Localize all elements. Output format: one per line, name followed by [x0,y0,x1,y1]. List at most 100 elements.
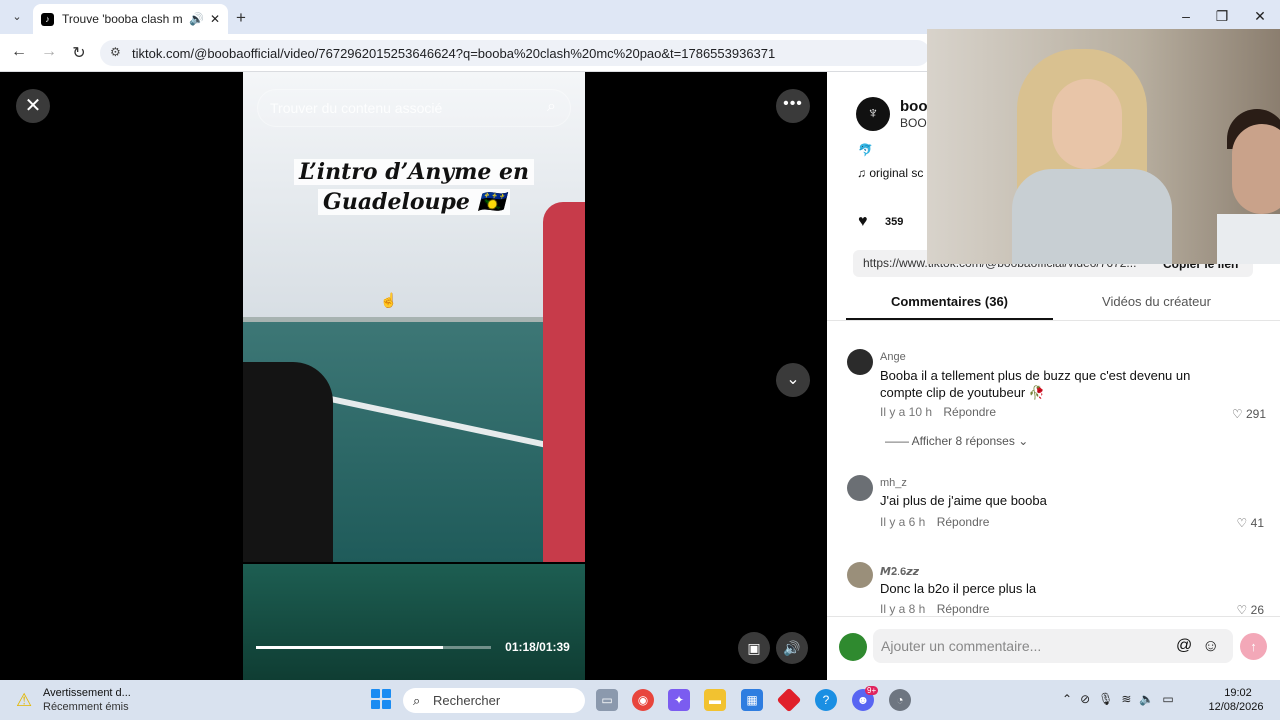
webcam-person-body [1012,169,1172,264]
divider-line: —— [885,434,912,448]
comment-like[interactable]: ♡ 26 [1214,603,1264,617]
minimize-icon[interactable]: – [1176,8,1196,24]
video-caption-line2: Guadeloupe 🇬🇵 [318,189,510,215]
new-tab-button[interactable]: + [236,8,246,28]
reply-button[interactable]: Répondre [937,515,990,529]
start-tile [382,689,391,698]
hand-cursor-icon: ☝ [380,292,398,308]
speaker-icon[interactable]: 🔈 [1139,692,1162,706]
comment-username[interactable]: mh_z [880,477,907,489]
comment-text: J'ai plus de j'aime que booba [880,493,1047,508]
microsoft-store-icon[interactable]: ▦ [741,689,763,711]
tab-creator-videos[interactable]: Vidéos du créateur [1053,294,1260,309]
reply-button[interactable]: Répondre [943,405,996,419]
task-view-icon[interactable]: ▭ [596,689,618,711]
file-explorer-icon[interactable]: ▬ [704,689,726,711]
tab-comments[interactable]: Commentaires (36) [846,294,1053,309]
close-window-icon[interactable]: ✕ [1250,8,1270,24]
author-avatar[interactable]: ♆ [856,97,890,131]
system-tray[interactable]: ⌃⊘🎙≋🔈▭ [1062,692,1182,706]
chevron-up-icon[interactable]: ⌃ [1062,692,1080,706]
reply-button[interactable]: Répondre [937,602,990,616]
more-options-button[interactable]: ••• [776,89,810,123]
comment-meta: Il y a 10 h Répondre [880,405,996,419]
windows-start-icon[interactable] [371,689,391,709]
comment-username[interactable]: 𝙈𝟐.𝟔𝙯𝙯 [880,565,919,579]
url-text: tiktok.com/@boobaofficial/video/76729620… [132,45,776,61]
emoji-icon[interactable]: ☺ [1202,636,1219,656]
video-frame[interactable]: L’intro d’Anyme en Guadeloupe 🇬🇵 [243,72,585,680]
notification-title[interactable]: Avertissement d... [43,687,131,699]
notification-subtitle: Récemment émis [43,701,129,713]
microphone-icon[interactable]: 🎙 [1098,692,1121,706]
discord-badge: 9+ [865,686,879,695]
battery-icon[interactable]: ▭ [1162,692,1181,706]
browser-tab[interactable]: ♪ Trouve 'booba clash mc pao 🔊 ✕ [33,4,228,34]
video-person-left [243,362,333,562]
comment-like-count: 41 [1250,516,1264,530]
show-replies-label: Afficher 8 réponses [911,434,1015,448]
back-icon[interactable]: ← [8,43,30,63]
picture-in-picture-button[interactable]: ▣ [738,632,770,664]
video-caption-line1: L’intro d’Anyme en [293,159,535,185]
volume-button[interactable]: 🔊 [776,632,808,664]
comment-like[interactable]: ♡ 41 [1214,516,1264,530]
search-placeholder: Trouver du contenu associé [270,100,443,116]
video-caption: L’intro d’Anyme en Guadeloupe 🇬🇵 [243,157,585,217]
copilot-icon[interactable]: ✦ [668,689,690,711]
video-progress-bar[interactable] [256,646,491,649]
help-icon[interactable]: ? [815,689,837,711]
comment-avatar[interactable] [847,475,873,501]
related-search-input[interactable]: Trouver du contenu associé ⌕ [257,89,571,127]
comment-meta: Il y a 8 h Répondre [880,602,989,616]
chevron-down-icon: ⌄ [1018,434,1029,448]
description-text: 🐬 [858,143,873,157]
clock-time[interactable]: 19:02 [1212,687,1264,699]
heart-outline-icon[interactable]: ♡ [1232,407,1243,421]
comment-avatar[interactable] [847,562,873,588]
taskbar-search-label: Rechercher [433,693,501,708]
comment-username[interactable]: Ange [880,351,906,363]
heart-icon[interactable]: ♥ [858,213,868,231]
warning-icon[interactable]: ⚠ [16,690,32,711]
video-person-right [543,202,585,562]
site-info-icon[interactable]: ⚙ [110,45,121,59]
current-user-avatar[interactable] [839,633,867,661]
webcam-person2-face [1232,124,1280,214]
send-comment-button[interactable]: ↑ [1240,633,1267,660]
taskbar-search[interactable]: ⌕ Rechercher [403,688,585,713]
search-icon[interactable]: ⌕ [547,98,556,116]
like-count: 359 [885,216,904,228]
comment-avatar[interactable] [847,349,873,375]
video-timecode: 01:18/01:39 [505,640,570,654]
active-tab-underline [846,318,1053,320]
heart-outline-icon[interactable]: ♡ [1237,516,1248,530]
maximize-icon[interactable]: ❐ [1212,8,1232,24]
mention-icon[interactable]: @ [1176,637,1192,655]
comment-text: Donc la b2o il perce plus la [880,581,1037,596]
close-video-button[interactable]: ✕ [16,89,50,123]
input-divider [827,616,1280,617]
speaker-icon[interactable]: 🔊 [189,12,204,26]
author-name[interactable]: boo [900,98,928,115]
app-gauge-icon[interactable]: ◔ [889,689,911,711]
network-off-icon[interactable]: ⊘ [1080,692,1098,706]
close-tab-icon[interactable]: ✕ [210,12,220,26]
url-field[interactable]: ⚙ tiktok.com/@boobaofficial/video/767296… [100,40,930,66]
wifi-icon[interactable]: ≋ [1121,692,1139,706]
reload-icon[interactable]: ↻ [68,43,90,63]
heart-outline-icon[interactable]: ♡ [1237,603,1248,617]
webcam-overlay [927,29,1280,264]
tab-search-dropdown-icon[interactable]: ⌄ [8,8,26,26]
show-replies-link[interactable]: —— Afficher 8 réponses ⌄ [885,434,1028,448]
start-tile [382,700,391,709]
clock-date[interactable]: 12/08/2026 [1206,701,1266,713]
music-link[interactable]: ♫ original sc [857,166,923,180]
next-video-button[interactable]: ⌄ [776,363,810,397]
comment-like-count: 291 [1245,407,1266,421]
webcam-person-face [1052,79,1122,169]
comment-text: Booba il a tellement plus de buzz que c'… [880,368,1191,400]
forward-icon[interactable]: → [38,43,60,63]
chrome-icon[interactable]: ◉ [632,689,654,711]
comment-like[interactable]: ♡ 291 [1216,407,1266,421]
